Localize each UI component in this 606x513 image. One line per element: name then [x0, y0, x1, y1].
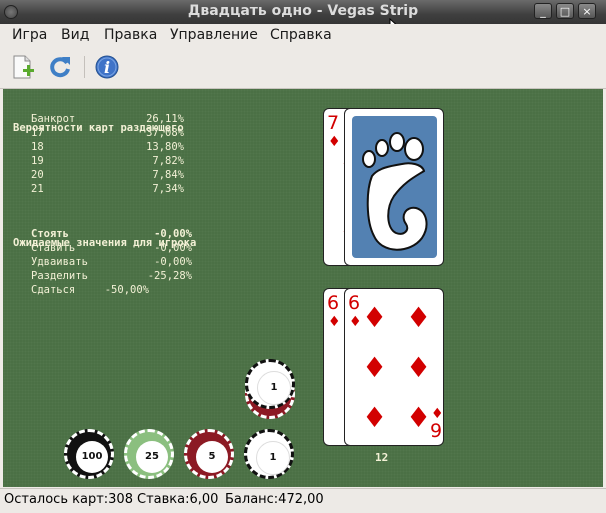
bet-chip[interactable]: 1	[245, 359, 295, 409]
svg-text:i: i	[104, 58, 110, 77]
row-value: 7,34%	[152, 183, 184, 195]
dealer-probability-row: 20 7,84%	[31, 169, 231, 183]
row-label: Удваивать	[31, 256, 88, 268]
menu-help[interactable]: Справка	[270, 27, 332, 43]
row-label: Банкрот	[31, 113, 76, 125]
row-label: Ставить	[31, 242, 76, 254]
row-label: Разделить	[31, 270, 88, 282]
menu-view[interactable]: Вид	[61, 27, 89, 43]
chip-1[interactable]: 1	[244, 429, 294, 479]
close-button[interactable]: ×	[578, 3, 596, 19]
chip-5-label: 5	[196, 441, 228, 473]
row-label: 17	[31, 127, 44, 139]
dealer-probability-row: 17 37,08%	[31, 127, 231, 141]
card-rank-bottom: 9	[430, 420, 443, 442]
maximize-icon: □	[559, 5, 571, 18]
row-label: 18	[31, 141, 44, 153]
dealer-card-face-down[interactable]	[344, 108, 444, 266]
menu-bar: Игра Вид Правка Управление Справка	[0, 24, 606, 46]
row-value: -0,00%	[154, 242, 192, 254]
player-expected-row: Разделить -25,28%	[31, 270, 231, 284]
restart-icon[interactable]	[47, 54, 73, 80]
minimize-icon: _	[540, 5, 546, 18]
game-table[interactable]: Вероятности карт раздающего Ожидаемые зн…	[3, 89, 603, 487]
player-expected-row: Сдаться -50,00%	[31, 284, 231, 298]
window-title: Двадцать одно - Vegas Strip	[187, 3, 419, 19]
dealer-probability-row: 18 13,80%	[31, 141, 231, 155]
row-label: 20	[31, 169, 44, 181]
chip-100[interactable]: 100	[64, 429, 114, 479]
bet-chip-label: 1	[257, 371, 291, 405]
player-card-2[interactable]: 6 ♦ ♦ ♦ ♦ ♦ ♦ ♦ ♦ 9	[344, 288, 444, 446]
cards-left-status: Осталось карт:308	[4, 492, 133, 507]
gnome-foot-icon	[362, 132, 428, 251]
chip-100-label: 100	[76, 441, 108, 473]
diamond-icon: ♦	[349, 314, 362, 330]
info-icon[interactable]: i	[94, 54, 120, 80]
row-value: 7,82%	[152, 155, 184, 167]
menu-control[interactable]: Управление	[170, 27, 258, 43]
row-value: -0,00%	[154, 228, 192, 240]
row-value: 7,84%	[152, 169, 184, 181]
bet-status: Ставка:6,00	[137, 492, 219, 507]
row-value: -50,00%	[104, 284, 149, 296]
player-expected-row: Удваивать -0,00%	[31, 256, 231, 270]
row-label: Сдаться	[31, 284, 76, 296]
row-value: -0,00%	[154, 256, 192, 268]
card-rank: 6	[327, 292, 340, 314]
player-hand-total: 12	[375, 451, 389, 464]
toolbar-separator	[84, 56, 85, 78]
card-rank: 7	[327, 112, 340, 134]
row-label: 19	[31, 155, 44, 167]
row-label: 21	[31, 183, 44, 195]
chip-5[interactable]: 5	[184, 429, 234, 479]
diamond-icon: ♦	[406, 301, 432, 334]
balance-status: Баланс:472,00	[225, 492, 324, 507]
maximize-button[interactable]: □	[556, 3, 574, 19]
player-expected-row: Ставить -0,00%	[31, 242, 231, 256]
row-value: -25,28%	[147, 270, 192, 282]
menu-game[interactable]: Игра	[12, 27, 47, 43]
diamond-icon: ♦	[328, 134, 341, 150]
close-icon: ×	[582, 5, 592, 18]
toolbar: i	[0, 46, 606, 89]
dealer-probability-row: 19 7,82%	[31, 155, 231, 169]
minimize-button[interactable]: _	[534, 3, 552, 19]
title-bar: Двадцать одно - Vegas Strip _ □ ×	[0, 0, 606, 24]
chip-1-label: 1	[256, 441, 290, 475]
diamond-icon: ♦	[406, 401, 432, 434]
new-game-icon[interactable]	[10, 54, 36, 80]
diamond-icon: ♦	[362, 301, 388, 334]
row-value: 37,08%	[146, 127, 184, 139]
row-label: Стоять	[31, 228, 69, 240]
row-value: 26,11%	[146, 113, 184, 125]
diamond-icon: ♦	[328, 314, 341, 330]
diamond-icon: ♦	[406, 351, 432, 384]
diamond-icon: ♦	[362, 351, 388, 384]
chip-25[interactable]: 25	[124, 429, 174, 479]
menu-edit[interactable]: Правка	[104, 27, 157, 43]
card-rank: 6	[348, 292, 361, 314]
chip-25-label: 25	[136, 441, 168, 473]
player-expected-row: Стоять -0,00%	[31, 228, 231, 242]
row-value: 13,80%	[146, 141, 184, 153]
card-back	[352, 116, 437, 258]
status-bar: Осталось карт:308 Ставка:6,00 Баланс:472…	[0, 488, 606, 513]
diamond-icon: ♦	[362, 401, 388, 434]
dealer-probability-row: 21 7,34%	[31, 183, 231, 197]
dealer-probability-row: Банкрот 26,11%	[31, 113, 231, 127]
